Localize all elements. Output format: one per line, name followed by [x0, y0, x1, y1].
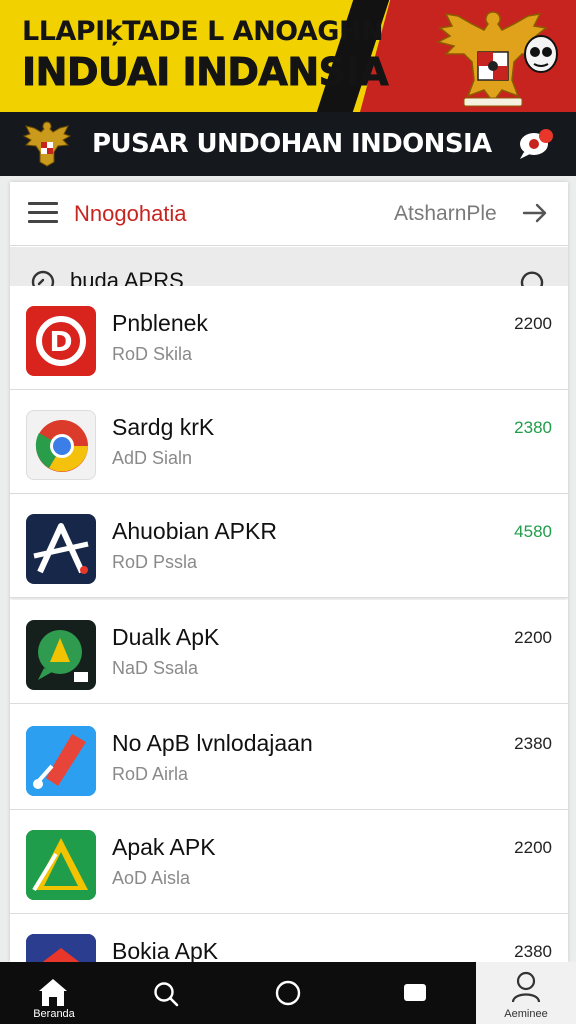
menu-icon[interactable]	[28, 202, 58, 226]
pen-icon	[26, 726, 96, 796]
toolbar-title: Nnogohatia	[74, 201, 187, 226]
nav-search-button[interactable]	[140, 962, 190, 1024]
nav-home-circle-button[interactable]	[262, 962, 316, 1024]
app-count: 4580	[514, 522, 552, 541]
arrow-right-icon[interactable]	[520, 198, 550, 228]
nav-account-button[interactable]: Aeminee	[476, 962, 576, 1024]
app-name: Bokia ApK	[112, 938, 219, 962]
circle-icon	[275, 980, 301, 1006]
app-subtitle: RoD Skila	[112, 344, 193, 364]
toolbar-hint-link[interactable]: AtsharnPle	[394, 202, 497, 226]
browser-icon	[26, 410, 96, 480]
app-list-card: Nnogohatia AtsharnPle D Pnblenek RoD Ski…	[10, 182, 568, 962]
app-count: 2200	[514, 838, 552, 857]
list-item[interactable]: D Pnblenek RoD Skila 2200	[10, 286, 568, 390]
app-name: Sardg krK	[112, 414, 215, 440]
a-store-icon	[26, 514, 96, 584]
app-subtitle: AoD Aisla	[112, 868, 191, 888]
page-title: PUSAR UNDOHAN INDONSIA	[92, 129, 492, 159]
app-subtitle: RoD Airla	[112, 764, 189, 784]
list-item[interactable]: No ApB lvnlodajaan RoD Airla 2380	[10, 706, 568, 810]
app-count: 2380	[514, 734, 552, 753]
search-icon	[154, 982, 179, 1007]
garuda-logo-icon	[22, 121, 72, 167]
app-subtitle: AdD Sialn	[112, 448, 193, 468]
d-icon: D	[26, 306, 96, 376]
triangle-icon	[26, 830, 96, 900]
mask-mascot-icon	[524, 35, 558, 73]
app-count: 2380	[514, 942, 552, 961]
app-name: Ahuobian APKR	[112, 518, 277, 544]
banner-subheading: INDUAI INDANSIA	[21, 50, 389, 95]
card-toolbar: Nnogohatia AtsharnPle	[10, 182, 568, 246]
app-name: No ApB lvnlodajaan	[112, 730, 313, 756]
list-item[interactable]: Sardg krK AdD Sialn 2380	[10, 390, 568, 494]
app-count: 2380	[514, 418, 552, 437]
nav-home-button[interactable]: Beranda	[14, 962, 94, 1024]
app-subtitle: RoD Pssla	[112, 552, 198, 572]
bottom-navigation: Beranda Aeminee	[0, 962, 576, 1024]
chat-bubble-icon	[26, 620, 96, 690]
promo-banner[interactable]: LLAPIķTADE L ANOAGHN INDUAI INDANSIA	[0, 0, 576, 112]
app-count: 2200	[514, 628, 552, 647]
app-name: Apak APK	[112, 834, 216, 860]
shield-icon	[26, 934, 96, 962]
nav-account-label: Aeminee	[504, 1008, 548, 1020]
app-name: Dualk ApK	[112, 624, 220, 650]
list-item[interactable]: Ahuobian APKR RoD Pssla 4580	[10, 494, 568, 598]
nav-recents-button[interactable]	[392, 962, 436, 1024]
svg-text:D: D	[49, 325, 72, 358]
nav-home-label: Beranda	[33, 1008, 75, 1020]
list-item[interactable]: Bokia ApK 2380	[10, 914, 568, 962]
banner-heading: LLAPIķTADE L ANOAGHN	[22, 16, 384, 47]
user-icon	[511, 971, 541, 1003]
app-subtitle: NaD Ssala	[112, 658, 199, 678]
square-icon	[404, 984, 426, 1001]
list-item[interactable]: Apak APK AoD Aisla 2200	[10, 810, 568, 914]
app-name: Pnblenek	[112, 310, 208, 336]
home-icon	[39, 979, 67, 1006]
chat-alert-icon[interactable]	[514, 126, 558, 162]
app-count: 2200	[514, 314, 552, 333]
app-header: PUSAR UNDOHAN INDONSIA	[0, 112, 576, 176]
list-item[interactable]: Dualk ApK NaD Ssala 2200	[10, 600, 568, 704]
